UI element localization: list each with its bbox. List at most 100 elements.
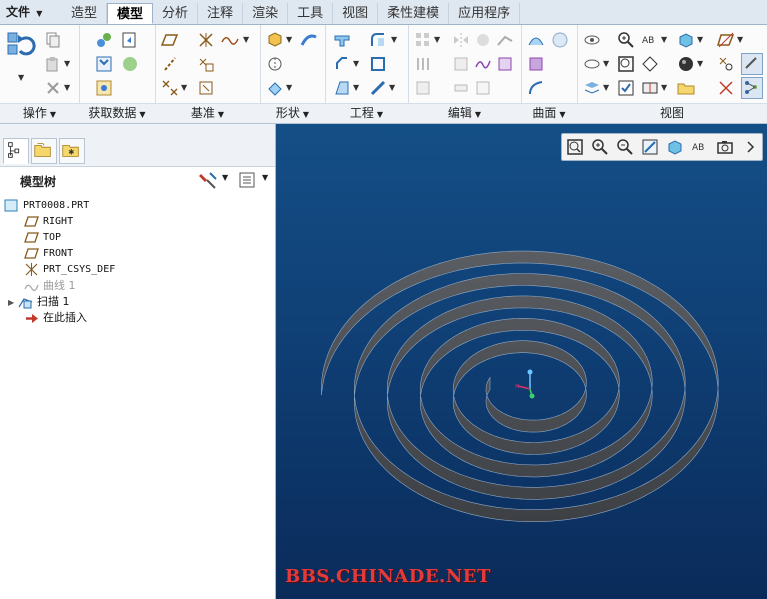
expand-arrow-icon[interactable]: ▶	[8, 295, 18, 311]
tree-node-csys[interactable]: PRT_CSYS_DEF	[24, 262, 115, 278]
chevron-down-icon[interactable]: ▼	[64, 59, 70, 68]
zoom-in-icon[interactable]	[617, 31, 635, 49]
chevron-down-icon[interactable]: ▼	[697, 35, 703, 44]
folder-icon[interactable]	[677, 79, 695, 97]
round-icon[interactable]	[369, 31, 387, 49]
group-label-editing[interactable]: 编辑 ▼	[408, 103, 521, 123]
tree-node-front[interactable]: FRONT	[24, 246, 73, 262]
component-interface-icon[interactable]	[95, 79, 113, 97]
solidify-icon[interactable]	[474, 79, 492, 97]
datum-point-set-icon[interactable]	[161, 79, 179, 97]
saved-orientations-icon[interactable]	[617, 79, 635, 97]
user-defined-feature-icon[interactable]	[95, 31, 113, 49]
chevron-down-icon[interactable]: ▼	[603, 59, 609, 68]
group-label-get-data[interactable]: 获取数据 ▼	[79, 103, 155, 123]
tab-view[interactable]: 视图	[333, 3, 379, 24]
chevron-down-icon[interactable]: ▼	[243, 35, 249, 44]
csys-display-icon[interactable]	[717, 79, 735, 97]
fill-icon[interactable]	[527, 55, 545, 73]
regenerate-icon[interactable]	[6, 31, 36, 61]
delete-icon[interactable]	[44, 79, 62, 97]
point-display-icon[interactable]	[717, 55, 735, 73]
tree-node-right[interactable]: RIGHT	[24, 214, 73, 230]
extrude-icon[interactable]	[266, 31, 284, 49]
tab-render[interactable]: 渲染	[243, 3, 289, 24]
chevron-down-icon[interactable]: ▼	[661, 83, 667, 92]
chevron-down-icon[interactable]: ▼	[64, 83, 70, 92]
merge-icon[interactable]	[95, 55, 113, 73]
group-label-surfaces[interactable]: 曲面 ▼	[521, 103, 577, 123]
mirror-icon[interactable]	[452, 31, 470, 49]
group-label-engineering[interactable]: 工程 ▼	[325, 103, 408, 123]
annotation-display-icon[interactable]: AB	[641, 31, 659, 49]
style-icon[interactable]	[527, 79, 545, 97]
group-label-view[interactable]: 视图	[577, 103, 767, 123]
copy-geometry-icon[interactable]	[121, 31, 139, 49]
layers-icon[interactable]	[583, 79, 601, 97]
tree-settings-icon[interactable]	[198, 171, 218, 189]
group-label-datum[interactable]: 基准 ▼	[155, 103, 260, 123]
hole-icon[interactable]	[333, 31, 351, 49]
tab-flexible-modeling[interactable]: 柔性建模	[378, 3, 450, 24]
display-style-button[interactable]	[662, 135, 687, 159]
chevron-down-icon[interactable]: ▼	[18, 73, 24, 82]
chevron-down-icon[interactable]: ▼	[737, 35, 743, 44]
repaint-button[interactable]	[637, 135, 662, 159]
chevron-down-icon[interactable]: ▼	[181, 83, 187, 92]
tree-node-sweep[interactable]: ▶ 扫描 1	[8, 294, 70, 310]
csys-icon[interactable]	[197, 31, 215, 49]
orient-icon[interactable]	[641, 55, 659, 73]
wrap-icon[interactable]	[474, 55, 492, 73]
sketch-icon[interactable]	[197, 79, 215, 97]
intersect-icon[interactable]	[496, 55, 514, 73]
group-label-operations[interactable]: 操作 ▼	[0, 103, 79, 123]
tab-model-tree[interactable]	[3, 138, 29, 164]
datum-axis-icon[interactable]	[161, 55, 179, 73]
visibility-icon[interactable]	[583, 31, 601, 49]
zoom-in-button[interactable]	[587, 135, 612, 159]
sweep-icon[interactable]	[300, 31, 318, 49]
shell-icon[interactable]	[369, 55, 387, 73]
annotation-display-button[interactable]: AB	[687, 135, 712, 159]
snapshot-button[interactable]	[712, 135, 737, 159]
plane-display-icon[interactable]	[717, 31, 735, 49]
chevron-down-icon[interactable]: ▼	[603, 83, 609, 92]
revolve-icon[interactable]	[266, 55, 284, 73]
chevron-down-icon[interactable]: ▼	[286, 83, 292, 92]
chevron-down-icon[interactable]: ▼	[389, 83, 395, 92]
tree-node-top[interactable]: TOP	[24, 230, 61, 246]
file-menu-button[interactable]: 文件 ▼	[2, 3, 46, 21]
tab-analysis[interactable]: 分析	[153, 3, 199, 24]
tree-node-curve[interactable]: 曲线 1	[24, 278, 76, 294]
chamfer-icon[interactable]	[333, 55, 351, 73]
tree-node-part[interactable]: PRT0008.PRT	[4, 198, 89, 214]
trim-icon[interactable]	[496, 31, 514, 49]
graphics-window[interactable]: × AB BBS.CHINADE.NET	[276, 124, 767, 599]
axis-display-icon[interactable]	[741, 53, 763, 75]
tab-folder-browser[interactable]	[31, 138, 57, 164]
chevron-down-icon[interactable]: ▼	[697, 59, 703, 68]
render-sphere-icon[interactable]	[677, 55, 695, 73]
display-style-icon[interactable]	[677, 31, 695, 49]
offset-icon[interactable]	[414, 55, 432, 73]
chevron-down-icon[interactable]: ▼	[661, 35, 667, 44]
sketched-curve-icon[interactable]	[221, 31, 239, 49]
refit-button[interactable]	[562, 135, 587, 159]
chevron-down-icon[interactable]: ▼	[286, 35, 292, 44]
rib-icon[interactable]	[369, 79, 387, 97]
chevron-down-icon[interactable]: ▼	[434, 35, 440, 44]
copy-icon[interactable]	[44, 31, 62, 49]
boundary-blend-icon[interactable]	[527, 31, 545, 49]
more-button[interactable]	[737, 135, 762, 159]
model-tree-display-icon[interactable]	[741, 77, 763, 99]
chevron-down-icon[interactable]: ▼	[222, 173, 228, 182]
datum-point-icon[interactable]	[197, 55, 215, 73]
section-icon[interactable]	[641, 79, 659, 97]
shrinkwrap-icon[interactable]	[121, 55, 139, 73]
tab-favorites[interactable]: ✱	[59, 138, 85, 164]
datum-plane-icon[interactable]	[161, 31, 179, 49]
tree-columns-icon[interactable]	[238, 171, 256, 189]
tab-annotate[interactable]: 注释	[198, 3, 244, 24]
paste-icon[interactable]	[44, 55, 62, 73]
zoom-out-button[interactable]	[612, 135, 637, 159]
